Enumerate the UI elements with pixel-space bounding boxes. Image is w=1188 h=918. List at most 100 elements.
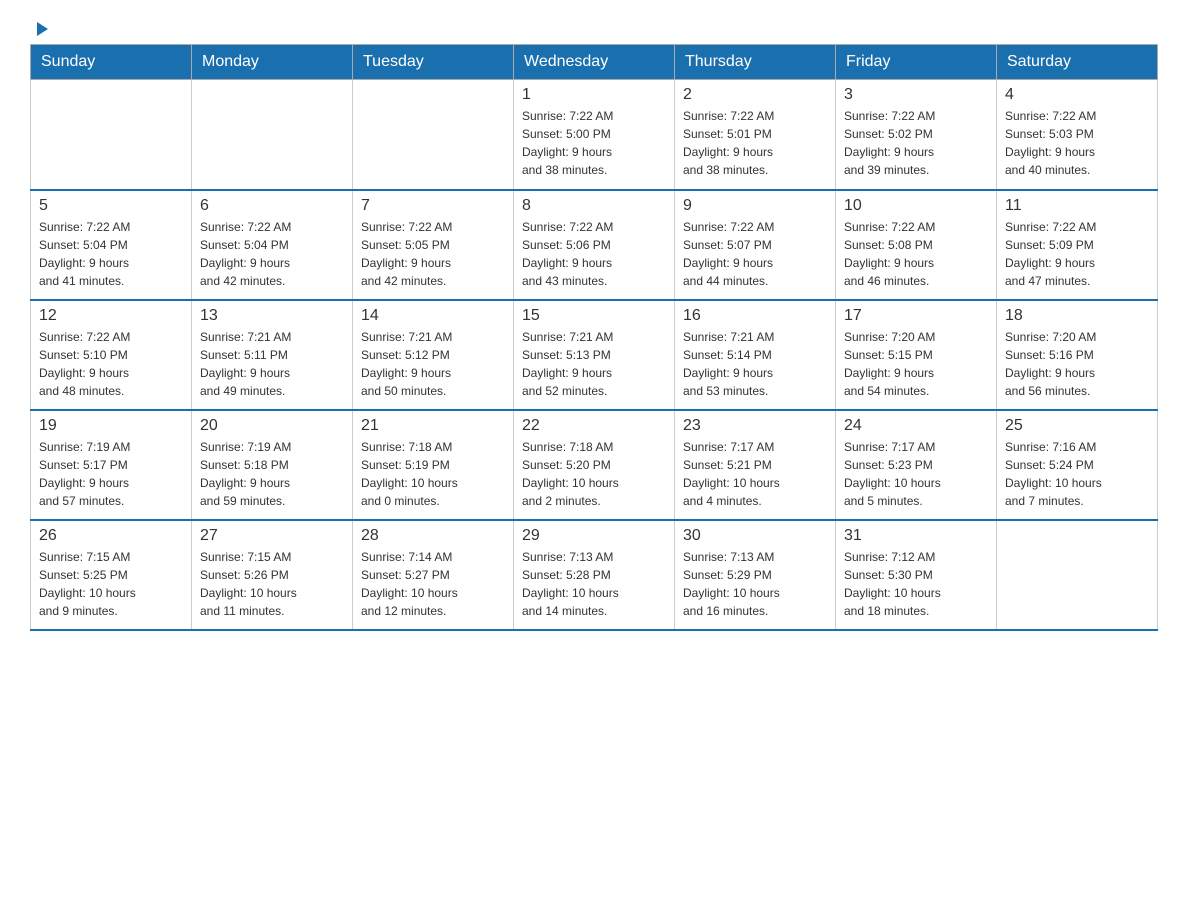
day-info: Sunrise: 7:12 AM Sunset: 5:30 PM Dayligh…: [844, 548, 988, 620]
calendar-cell: 5Sunrise: 7:22 AM Sunset: 5:04 PM Daylig…: [31, 190, 192, 300]
day-info: Sunrise: 7:22 AM Sunset: 5:10 PM Dayligh…: [39, 328, 183, 400]
day-number: 8: [522, 197, 666, 215]
day-number: 7: [361, 197, 505, 215]
calendar-cell: 4 Sunrise: 7:22 AM Sunset: 5:03 PM Daylig…: [997, 80, 1158, 190]
day-number: 31: [844, 527, 988, 545]
day-number: 30: [683, 527, 827, 545]
calendar-cell: 27Sunrise: 7:15 AM Sunset: 5:26 PM Dayli…: [192, 520, 353, 630]
calendar-cell: [997, 520, 1158, 630]
day-info: Sunrise: 7:21 AM Sunset: 5:11 PM Dayligh…: [200, 328, 344, 400]
day-number: 29: [522, 527, 666, 545]
day-info: Sunrise: 7:14 AM Sunset: 5:27 PM Dayligh…: [361, 548, 505, 620]
calendar-week-3: 12 Sunrise: 7:22 AM Sunset: 5:10 PM Dayli…: [31, 300, 1158, 410]
weekday-header-monday: Monday: [192, 45, 353, 80]
calendar-cell: 18Sunrise: 7:20 AM Sunset: 5:16 PM Dayli…: [997, 300, 1158, 410]
day-info: Sunrise: 7:22 AM Sunset: 5:00 PM Dayligh…: [522, 107, 666, 179]
day-number: 21: [361, 417, 505, 435]
calendar-cell: 23 Sunrise: 7:17 AM Sunset: 5:21 PM Dayli…: [675, 410, 836, 520]
day-number: 5: [39, 197, 183, 215]
day-number: 27: [200, 527, 344, 545]
calendar-cell: [31, 80, 192, 190]
calendar-cell: 12 Sunrise: 7:22 AM Sunset: 5:10 PM Dayli…: [31, 300, 192, 410]
day-info: Sunrise: 7:22 AM Sunset: 5:03 PM Dayligh…: [1005, 107, 1149, 179]
day-info: Sunrise: 7:20 AM Sunset: 5:15 PM Dayligh…: [844, 328, 988, 400]
day-number: 3: [844, 86, 988, 104]
day-info: Sunrise: 7:22 AM Sunset: 5:04 PM Dayligh…: [200, 218, 344, 290]
calendar-body: 1 Sunrise: 7:22 AM Sunset: 5:00 PM Daylig…: [31, 80, 1158, 630]
day-number: 9: [683, 197, 827, 215]
day-info: Sunrise: 7:13 AM Sunset: 5:29 PM Dayligh…: [683, 548, 827, 620]
day-number: 12: [39, 307, 183, 325]
day-number: 19: [39, 417, 183, 435]
calendar-week-2: 5 Sunrise: 7:22 AM Sunset: 5:04 PM Daylig…: [31, 190, 1158, 300]
calendar-cell: 9 Sunrise: 7:22 AM Sunset: 5:07 PM Daylig…: [675, 190, 836, 300]
calendar-cell: 28 Sunrise: 7:14 AM Sunset: 5:27 PM Dayli…: [353, 520, 514, 630]
calendar-cell: 20 Sunrise: 7:19 AM Sunset: 5:18 PM Dayli…: [192, 410, 353, 520]
day-number: 11: [1005, 197, 1149, 215]
day-number: 14: [361, 307, 505, 325]
calendar-cell: 22 Sunrise: 7:18 AM Sunset: 5:20 PM Dayli…: [514, 410, 675, 520]
day-number: 23: [683, 417, 827, 435]
calendar-cell: 30 Sunrise: 7:13 AM Sunset: 5:29 PM Dayli…: [675, 520, 836, 630]
calendar-cell: 10 Sunrise: 7:22 AM Sunset: 5:08 PM Dayli…: [836, 190, 997, 300]
day-info: Sunrise: 7:18 AM Sunset: 5:20 PM Dayligh…: [522, 438, 666, 510]
weekday-header-wednesday: Wednesday: [514, 45, 675, 80]
day-info: Sunrise: 7:22 AM Sunset: 5:07 PM Dayligh…: [683, 218, 827, 290]
day-number: 4: [1005, 86, 1149, 104]
calendar-cell: [353, 80, 514, 190]
calendar-cell: 26Sunrise: 7:15 AM Sunset: 5:25 PM Dayli…: [31, 520, 192, 630]
day-info: Sunrise: 7:21 AM Sunset: 5:13 PM Dayligh…: [522, 328, 666, 400]
day-number: 28: [361, 527, 505, 545]
day-info: Sunrise: 7:18 AM Sunset: 5:19 PM Dayligh…: [361, 438, 505, 510]
day-number: 22: [522, 417, 666, 435]
calendar-cell: 19 Sunrise: 7:19 AM Sunset: 5:17 PM Dayli…: [31, 410, 192, 520]
logo-triangle-icon: [32, 20, 50, 38]
day-info: Sunrise: 7:22 AM Sunset: 5:08 PM Dayligh…: [844, 218, 988, 290]
day-number: 26: [39, 527, 183, 545]
calendar-cell: 6 Sunrise: 7:22 AM Sunset: 5:04 PM Daylig…: [192, 190, 353, 300]
calendar-cell: 1 Sunrise: 7:22 AM Sunset: 5:00 PM Daylig…: [514, 80, 675, 190]
day-info: Sunrise: 7:22 AM Sunset: 5:05 PM Dayligh…: [361, 218, 505, 290]
day-info: Sunrise: 7:13 AM Sunset: 5:28 PM Dayligh…: [522, 548, 666, 620]
day-info: Sunrise: 7:22 AM Sunset: 5:02 PM Dayligh…: [844, 107, 988, 179]
calendar-cell: 2 Sunrise: 7:22 AM Sunset: 5:01 PM Daylig…: [675, 80, 836, 190]
calendar-cell: 31 Sunrise: 7:12 AM Sunset: 5:30 PM Dayli…: [836, 520, 997, 630]
calendar-table: SundayMondayTuesdayWednesdayThursdayFrid…: [30, 44, 1158, 631]
day-info: Sunrise: 7:19 AM Sunset: 5:17 PM Dayligh…: [39, 438, 183, 510]
calendar-cell: 8Sunrise: 7:22 AM Sunset: 5:06 PM Daylig…: [514, 190, 675, 300]
day-info: Sunrise: 7:20 AM Sunset: 5:16 PM Dayligh…: [1005, 328, 1149, 400]
calendar-week-5: 26Sunrise: 7:15 AM Sunset: 5:25 PM Dayli…: [31, 520, 1158, 630]
logo: [30, 20, 50, 34]
weekday-header-saturday: Saturday: [997, 45, 1158, 80]
day-info: Sunrise: 7:22 AM Sunset: 5:09 PM Dayligh…: [1005, 218, 1149, 290]
calendar-week-4: 19 Sunrise: 7:19 AM Sunset: 5:17 PM Dayli…: [31, 410, 1158, 520]
calendar-cell: 24Sunrise: 7:17 AM Sunset: 5:23 PM Dayli…: [836, 410, 997, 520]
day-number: 25: [1005, 417, 1149, 435]
day-info: Sunrise: 7:17 AM Sunset: 5:23 PM Dayligh…: [844, 438, 988, 510]
day-info: Sunrise: 7:19 AM Sunset: 5:18 PM Dayligh…: [200, 438, 344, 510]
day-info: Sunrise: 7:21 AM Sunset: 5:14 PM Dayligh…: [683, 328, 827, 400]
weekday-header-sunday: Sunday: [31, 45, 192, 80]
day-number: 1: [522, 86, 666, 104]
calendar-cell: 13Sunrise: 7:21 AM Sunset: 5:11 PM Dayli…: [192, 300, 353, 410]
day-number: 2: [683, 86, 827, 104]
day-info: Sunrise: 7:17 AM Sunset: 5:21 PM Dayligh…: [683, 438, 827, 510]
page-header: [30, 20, 1158, 34]
calendar-cell: 16Sunrise: 7:21 AM Sunset: 5:14 PM Dayli…: [675, 300, 836, 410]
calendar-cell: 29 Sunrise: 7:13 AM Sunset: 5:28 PM Dayli…: [514, 520, 675, 630]
weekday-header-friday: Friday: [836, 45, 997, 80]
logo-text: [30, 20, 50, 34]
calendar-cell: 25 Sunrise: 7:16 AM Sunset: 5:24 PM Dayli…: [997, 410, 1158, 520]
weekday-header-thursday: Thursday: [675, 45, 836, 80]
day-info: Sunrise: 7:22 AM Sunset: 5:01 PM Dayligh…: [683, 107, 827, 179]
day-info: Sunrise: 7:16 AM Sunset: 5:24 PM Dayligh…: [1005, 438, 1149, 510]
calendar-cell: 17 Sunrise: 7:20 AM Sunset: 5:15 PM Dayli…: [836, 300, 997, 410]
calendar-week-1: 1 Sunrise: 7:22 AM Sunset: 5:00 PM Daylig…: [31, 80, 1158, 190]
day-number: 20: [200, 417, 344, 435]
calendar-cell: [192, 80, 353, 190]
calendar-cell: 14Sunrise: 7:21 AM Sunset: 5:12 PM Dayli…: [353, 300, 514, 410]
calendar-cell: 3 Sunrise: 7:22 AM Sunset: 5:02 PM Daylig…: [836, 80, 997, 190]
day-number: 6: [200, 197, 344, 215]
day-number: 10: [844, 197, 988, 215]
day-number: 17: [844, 307, 988, 325]
